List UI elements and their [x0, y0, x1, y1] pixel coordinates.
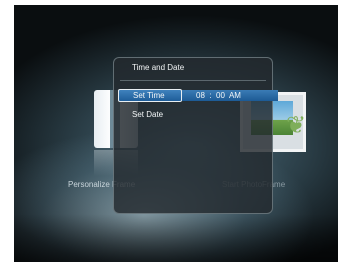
time-separator: :: [209, 91, 212, 100]
leaf-icon: ❦: [285, 112, 307, 139]
time-meridiem[interactable]: AM: [229, 91, 241, 100]
time-minute[interactable]: 00: [216, 91, 225, 100]
time-and-date-dialog: Time and Date Set Time 08 : 00 AM Set Da…: [113, 57, 278, 214]
dialog-title: Time and Date: [132, 63, 185, 72]
set-time-menu-item[interactable]: Set Time: [118, 89, 182, 102]
time-hour[interactable]: 08: [196, 91, 205, 100]
title-divider: [120, 80, 266, 81]
time-value[interactable]: 08 : 00 AM: [196, 91, 241, 101]
set-date-menu-item[interactable]: Set Date: [118, 109, 182, 121]
